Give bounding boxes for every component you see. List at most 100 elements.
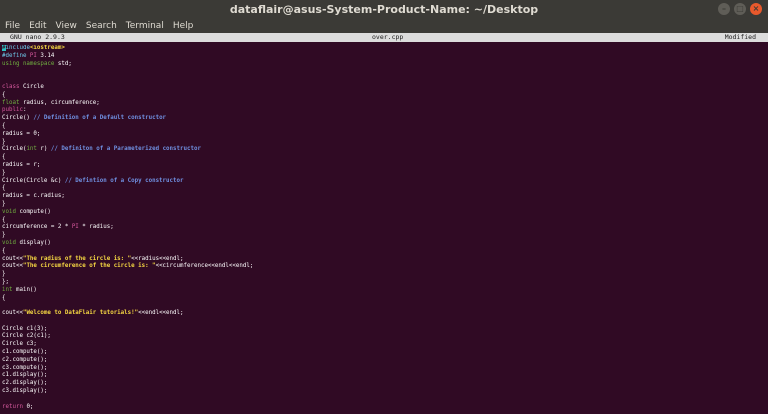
code-token: radius, circumference; [19,99,100,106]
code-line: #include<iostream> [2,45,766,53]
code-token: Circle(Circle &c) [2,177,65,184]
code-line: Circle(int r) // Definiton of a Paramete… [2,146,766,154]
code-token: c3.compute(); [2,364,48,371]
code-line: cout<<"Welcome to DataFlair tutorials!"<… [2,310,766,318]
code-line: { [2,295,766,303]
close-icon[interactable]: × [750,3,762,15]
code-token: <iostream> [29,45,65,51]
code-token: } [2,271,6,278]
code-token: { [2,216,6,223]
code-line: } [2,139,766,147]
code-token: int [26,146,37,153]
code-line: int main() [2,287,766,295]
code-line: public: [2,107,766,115]
code-token: cout<< [2,255,23,262]
code-token: } [2,169,6,176]
code-token: c3.display(); [2,388,48,395]
code-token: } [2,200,6,207]
code-line: }; [2,279,766,287]
code-token: PI [29,52,37,59]
code-token: 0; [22,403,34,410]
code-line: c1.display(); [2,372,766,380]
minimize-icon[interactable]: – [718,3,730,15]
code-token: display() [15,239,51,246]
code-token: { [2,185,6,192]
code-line: cout<<"The circumference of the circle i… [2,263,766,271]
code-line: using namespace std; [2,61,766,69]
code-line: } [2,232,766,240]
code-token: } [2,232,6,239]
text-cursor: # [2,45,6,51]
code-line: return 0; [2,404,766,411]
code-token: public [2,107,23,114]
maximize-icon[interactable]: □ [734,3,746,15]
window-titlebar[interactable]: dataflair@asus-System-Product-Name: ~/De… [0,0,768,19]
code-token: return [2,403,23,410]
code-token: { [2,154,6,161]
code-token: c2.display(); [2,380,48,387]
code-line: c3.display(); [2,388,766,396]
code-line: Circle c1(3); [2,326,766,334]
code-line: { [2,154,766,162]
window-controls: – □ × [718,3,762,15]
code-token: radius = 0; [2,130,41,137]
code-token: // Definiton of a Parameterized construc… [50,146,201,153]
code-token: c2.compute(); [2,356,48,363]
code-token: c1.display(); [2,372,48,379]
menu-help[interactable]: Help [173,21,194,31]
code-line: Circle c3; [2,341,766,349]
code-token: "The radius of the circle is: " [22,255,132,262]
nano-status: Modified [724,33,756,41]
code-token: #include [2,45,30,51]
code-token: PI [71,224,79,231]
code-token: void [2,239,16,246]
code-token: // Definition of a Default constructor [33,115,167,122]
code-token: void [2,208,16,215]
code-token: using namespace [2,60,55,67]
code-line: float radius, circumference; [2,100,766,108]
code-token: #define [2,52,30,59]
code-token: * radius; [78,224,114,231]
code-token: { [2,122,6,129]
code-token: Circle [19,83,44,90]
code-token: "The circumference of the circle is: " [22,263,156,270]
code-token: std; [54,60,72,67]
code-token: radius = r; [2,161,41,168]
code-token: : [22,107,27,114]
code-token: { [2,247,6,254]
code-token: main() [12,286,37,293]
code-line: cout<<"The radius of the circle is: "<<r… [2,256,766,264]
window-title: dataflair@asus-System-Product-Name: ~/De… [229,3,539,16]
menu-search[interactable]: Search [86,21,117,31]
code-line: #define PI 3.14 [2,53,766,61]
menu-bar: File Edit View Search Terminal Help [0,19,768,33]
code-token: circumference = 2 * [2,224,72,231]
code-token: Circle c3; [2,341,37,348]
code-line: } [2,271,766,279]
code-line: { [2,217,766,225]
code-token: }; [2,278,9,285]
code-token: { [2,294,6,301]
menu-file[interactable]: File [5,21,20,31]
code-line: { [2,92,766,100]
menu-view[interactable]: View [56,21,77,31]
code-line: Circle(Circle &c) // Defintion of a Copy… [2,178,766,186]
code-line: radius = 0; [2,131,766,139]
code-line: { [2,185,766,193]
code-token: float [2,99,20,106]
code-editor[interactable]: #include<iostream> #define PI 3.14 using n… [2,45,766,411]
code-token: c1.compute(); [2,349,48,356]
menu-terminal[interactable]: Terminal [126,21,164,31]
code-line: void display() [2,240,766,248]
code-token: "Welcome to DataFlair tutorials!" [22,310,139,317]
code-token: int [2,286,13,293]
code-line: radius = r; [2,162,766,170]
code-line: Circle c2(c1); [2,333,766,341]
menu-edit[interactable]: Edit [29,21,46,31]
code-line: } [2,170,766,178]
code-token: // Defintion of a Copy constructor [64,177,184,184]
